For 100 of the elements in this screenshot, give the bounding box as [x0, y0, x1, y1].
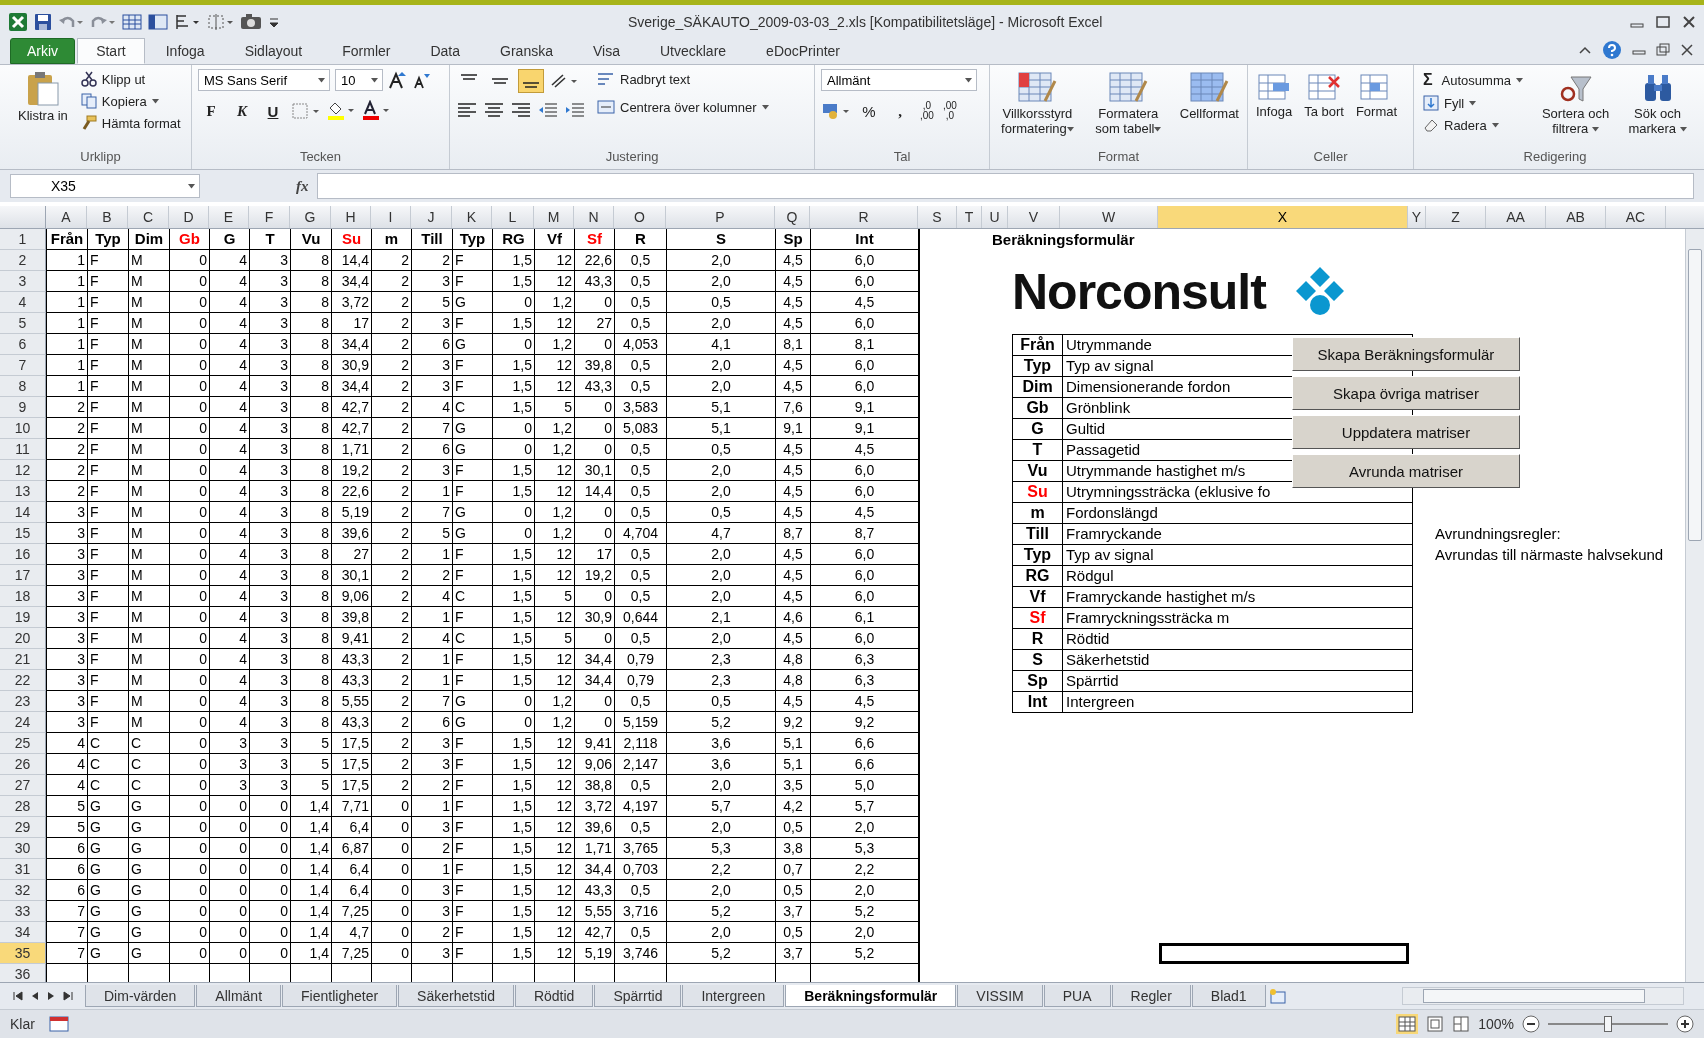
sheet-tab[interactable]: VISSIM	[957, 985, 1043, 1007]
first-sheet-icon[interactable]	[12, 990, 24, 1002]
zoom-slider-thumb[interactable]	[1604, 1016, 1612, 1032]
column-letter[interactable]: Q	[775, 206, 810, 228]
row-number[interactable]: 5	[0, 313, 46, 334]
row-number[interactable]: 6	[0, 334, 46, 355]
row-number[interactable]: 27	[0, 775, 46, 796]
fill-button[interactable]: Fyll	[1420, 93, 1526, 113]
sort-icon[interactable]	[174, 12, 200, 31]
find-select-button[interactable]: Sök och markera	[1625, 69, 1690, 139]
previous-sheet-icon[interactable]	[30, 990, 40, 1002]
row-number[interactable]: 10	[0, 418, 46, 439]
row-number[interactable]: 22	[0, 670, 46, 691]
help-icon[interactable]	[1602, 40, 1622, 60]
currency-icon[interactable]	[821, 101, 851, 121]
increase-decimal-button[interactable]: ,0 ,00	[918, 101, 936, 121]
format-painter-button[interactable]: Hämta format	[77, 113, 184, 133]
normal-view-icon[interactable]	[1396, 1014, 1419, 1034]
column-letter[interactable]: G	[290, 206, 331, 228]
name-box[interactable]: X35	[10, 174, 200, 198]
column-letter[interactable]: R	[810, 206, 918, 228]
caret-icon[interactable]	[1516, 77, 1523, 83]
sheet-tab[interactable]: Allmänt	[196, 985, 282, 1007]
styles-button[interactable]: Villkorsstyrd formatering	[996, 69, 1079, 139]
percent-button[interactable]: %	[856, 99, 882, 123]
align-text-icon[interactable]	[510, 101, 532, 119]
column-letter[interactable]: F	[249, 206, 290, 228]
column-letter[interactable]: H	[331, 206, 371, 228]
row-number[interactable]: 16	[0, 544, 46, 565]
fill-color-icon[interactable]	[326, 100, 356, 122]
column-letter[interactable]: K	[452, 206, 492, 228]
column-letter[interactable]: S	[918, 206, 957, 228]
row-number[interactable]: 31	[0, 859, 46, 880]
save-icon[interactable]	[34, 12, 52, 31]
sheet-tab[interactable]: Säkerhetstid	[398, 985, 514, 1007]
clear-button[interactable]: Radera	[1420, 115, 1526, 135]
styles-button[interactable]: Cellformat	[1177, 69, 1241, 124]
row-number[interactable]: 32	[0, 880, 46, 901]
column-letter[interactable]: C	[128, 206, 169, 228]
macro-button[interactable]: Skapa övriga matriser	[1292, 376, 1520, 410]
ribbon-tab[interactable]: Start	[77, 38, 145, 64]
column-letter[interactable]: V	[1008, 206, 1060, 228]
column-letter[interactable]: P	[666, 206, 775, 228]
number-format-field[interactable]: Allmänt	[821, 69, 977, 91]
italic-button[interactable]: K	[229, 99, 255, 123]
row-number[interactable]: 7	[0, 355, 46, 376]
macro-record-icon[interactable]	[48, 1016, 69, 1032]
grow-font-icon[interactable]	[388, 70, 408, 90]
row-number[interactable]: 2	[0, 250, 46, 271]
ribbon-tab[interactable]: eDocPrinter	[747, 38, 859, 64]
sheet-tab[interactable]: Regler	[1111, 985, 1191, 1007]
font-name-field[interactable]: MS Sans Serif	[198, 69, 330, 91]
sheet-tab[interactable]: Spärrtid	[594, 985, 682, 1007]
row-number[interactable]: 30	[0, 838, 46, 859]
selected-cell[interactable]	[1159, 943, 1409, 964]
row-number[interactable]: 35	[0, 943, 46, 964]
column-letter[interactable]: AC	[1606, 206, 1666, 228]
sort-filter-button[interactable]: Sortera och filtrera	[1534, 69, 1618, 139]
sheet-tab[interactable]: Fientligheter	[282, 985, 398, 1007]
column-letter[interactable]: N	[574, 206, 614, 228]
zoom-in-icon[interactable]	[1676, 1015, 1694, 1033]
sheet-tab[interactable]: Intergreen	[682, 985, 785, 1007]
ribbon-tab[interactable]: Data	[411, 38, 480, 64]
row-number[interactable]: 25	[0, 733, 46, 754]
cells-button[interactable]: Infoga	[1254, 69, 1295, 122]
form-icon[interactable]	[148, 12, 168, 31]
row-number[interactable]: 15	[0, 523, 46, 544]
next-sheet-icon[interactable]	[46, 990, 56, 1002]
column-letter[interactable]: A	[46, 206, 87, 228]
last-sheet-icon[interactable]	[62, 990, 74, 1002]
column-letter[interactable]: U	[982, 206, 1008, 228]
sheet-tab[interactable]: Rödtid	[514, 985, 594, 1007]
row-number[interactable]: 24	[0, 712, 46, 733]
row-number[interactable]: 14	[0, 502, 46, 523]
row-number[interactable]: 9	[0, 397, 46, 418]
zoom-out-icon[interactable]	[1522, 1015, 1540, 1033]
align-text-icon[interactable]	[483, 101, 505, 119]
file-tab[interactable]: Arkiv	[10, 38, 76, 64]
align-text-icon[interactable]	[456, 101, 478, 119]
caret-icon[interactable]	[1491, 122, 1499, 128]
row-number[interactable]: 19	[0, 607, 46, 628]
row-number[interactable]: 33	[0, 901, 46, 922]
row-number[interactable]: 26	[0, 754, 46, 775]
caret-icon[interactable]	[965, 78, 972, 84]
caret-icon[interactable]	[1469, 100, 1477, 106]
page-break-icon[interactable]	[1452, 1015, 1471, 1033]
cut-button[interactable]: Klipp ut	[77, 69, 184, 89]
decrease-indent-icon[interactable]	[537, 101, 559, 119]
column-letter[interactable]: I	[371, 206, 411, 228]
page-layout-icon[interactable]	[1426, 1015, 1445, 1033]
caret-icon[interactable]	[371, 78, 378, 84]
styles-button[interactable]: Formatera som tabell	[1086, 69, 1170, 139]
row-number[interactable]: 1	[0, 229, 46, 250]
decrease-decimal-button[interactable]: ,00 ,0	[940, 101, 959, 121]
close-icon[interactable]	[1680, 43, 1694, 57]
font-size-field[interactable]: 10	[335, 69, 383, 91]
increase-indent-icon[interactable]	[564, 101, 586, 119]
row-number[interactable]: 23	[0, 691, 46, 712]
vertical-align-button[interactable]	[518, 69, 544, 93]
collapse-ribbon-icon[interactable]	[1578, 44, 1592, 56]
